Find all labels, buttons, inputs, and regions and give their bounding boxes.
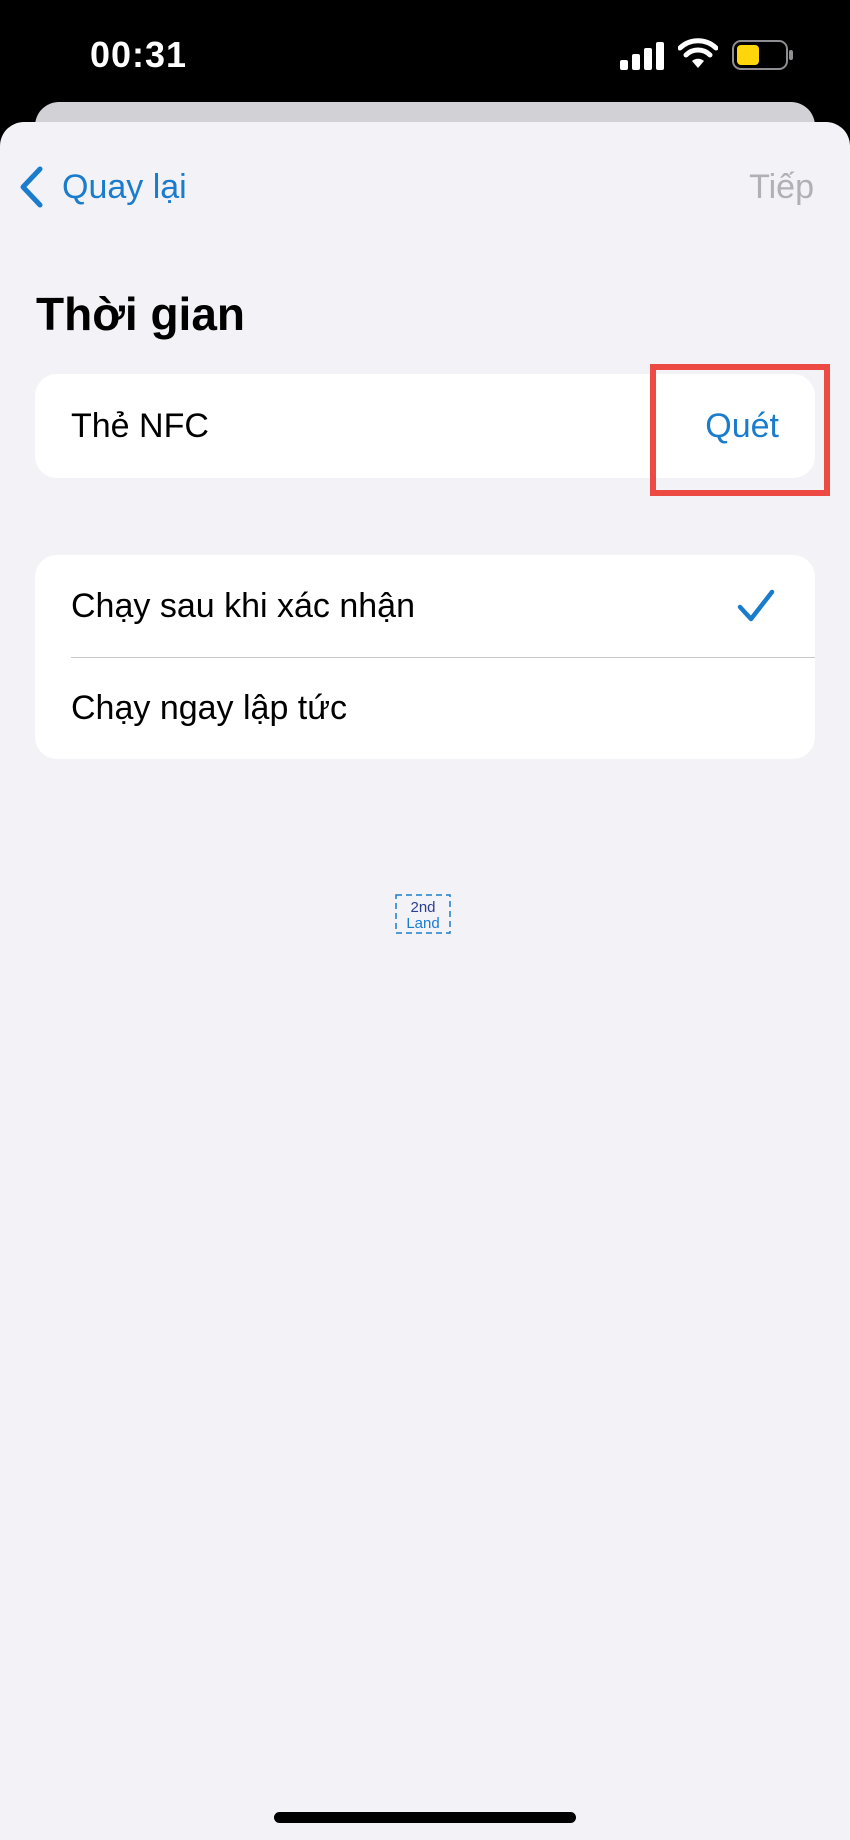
checkmark-icon — [737, 589, 775, 622]
wifi-icon — [678, 38, 718, 68]
section-title: Thời gian — [36, 288, 246, 340]
nfc-label: Thẻ NFC — [71, 406, 209, 445]
screen: 00:31 Quay lại Tiếp Thời gian Thẻ NFC Qu… — [0, 0, 850, 1840]
back-button-label: Quay lại — [62, 167, 187, 206]
chevron-left-icon — [20, 166, 43, 208]
option-run-after-confirm[interactable]: Chạy sau khi xác nhận — [35, 555, 815, 657]
home-indicator[interactable] — [274, 1812, 576, 1823]
option-label: Chạy ngay lập tức — [71, 688, 348, 727]
status-bar: 00:31 — [0, 0, 850, 110]
watermark-logo: 2nd Land — [395, 894, 451, 934]
next-button[interactable]: Tiếp — [749, 162, 814, 212]
run-options-card: Chạy sau khi xác nhận Chạy ngay lập tức — [35, 555, 815, 759]
option-run-immediately[interactable]: Chạy ngay lập tức — [35, 657, 815, 759]
battery-icon — [732, 40, 793, 70]
back-button[interactable]: Quay lại — [18, 162, 187, 212]
highlight-box — [650, 364, 830, 496]
modal-sheet: Quay lại Tiếp Thời gian Thẻ NFC Quét Chạ… — [0, 122, 850, 1840]
signal-icon — [620, 42, 664, 70]
watermark-line2: Land — [406, 915, 439, 932]
watermark-line1: 2nd — [410, 899, 435, 916]
option-label: Chạy sau khi xác nhận — [71, 586, 415, 625]
status-time: 00:31 — [90, 34, 188, 75]
